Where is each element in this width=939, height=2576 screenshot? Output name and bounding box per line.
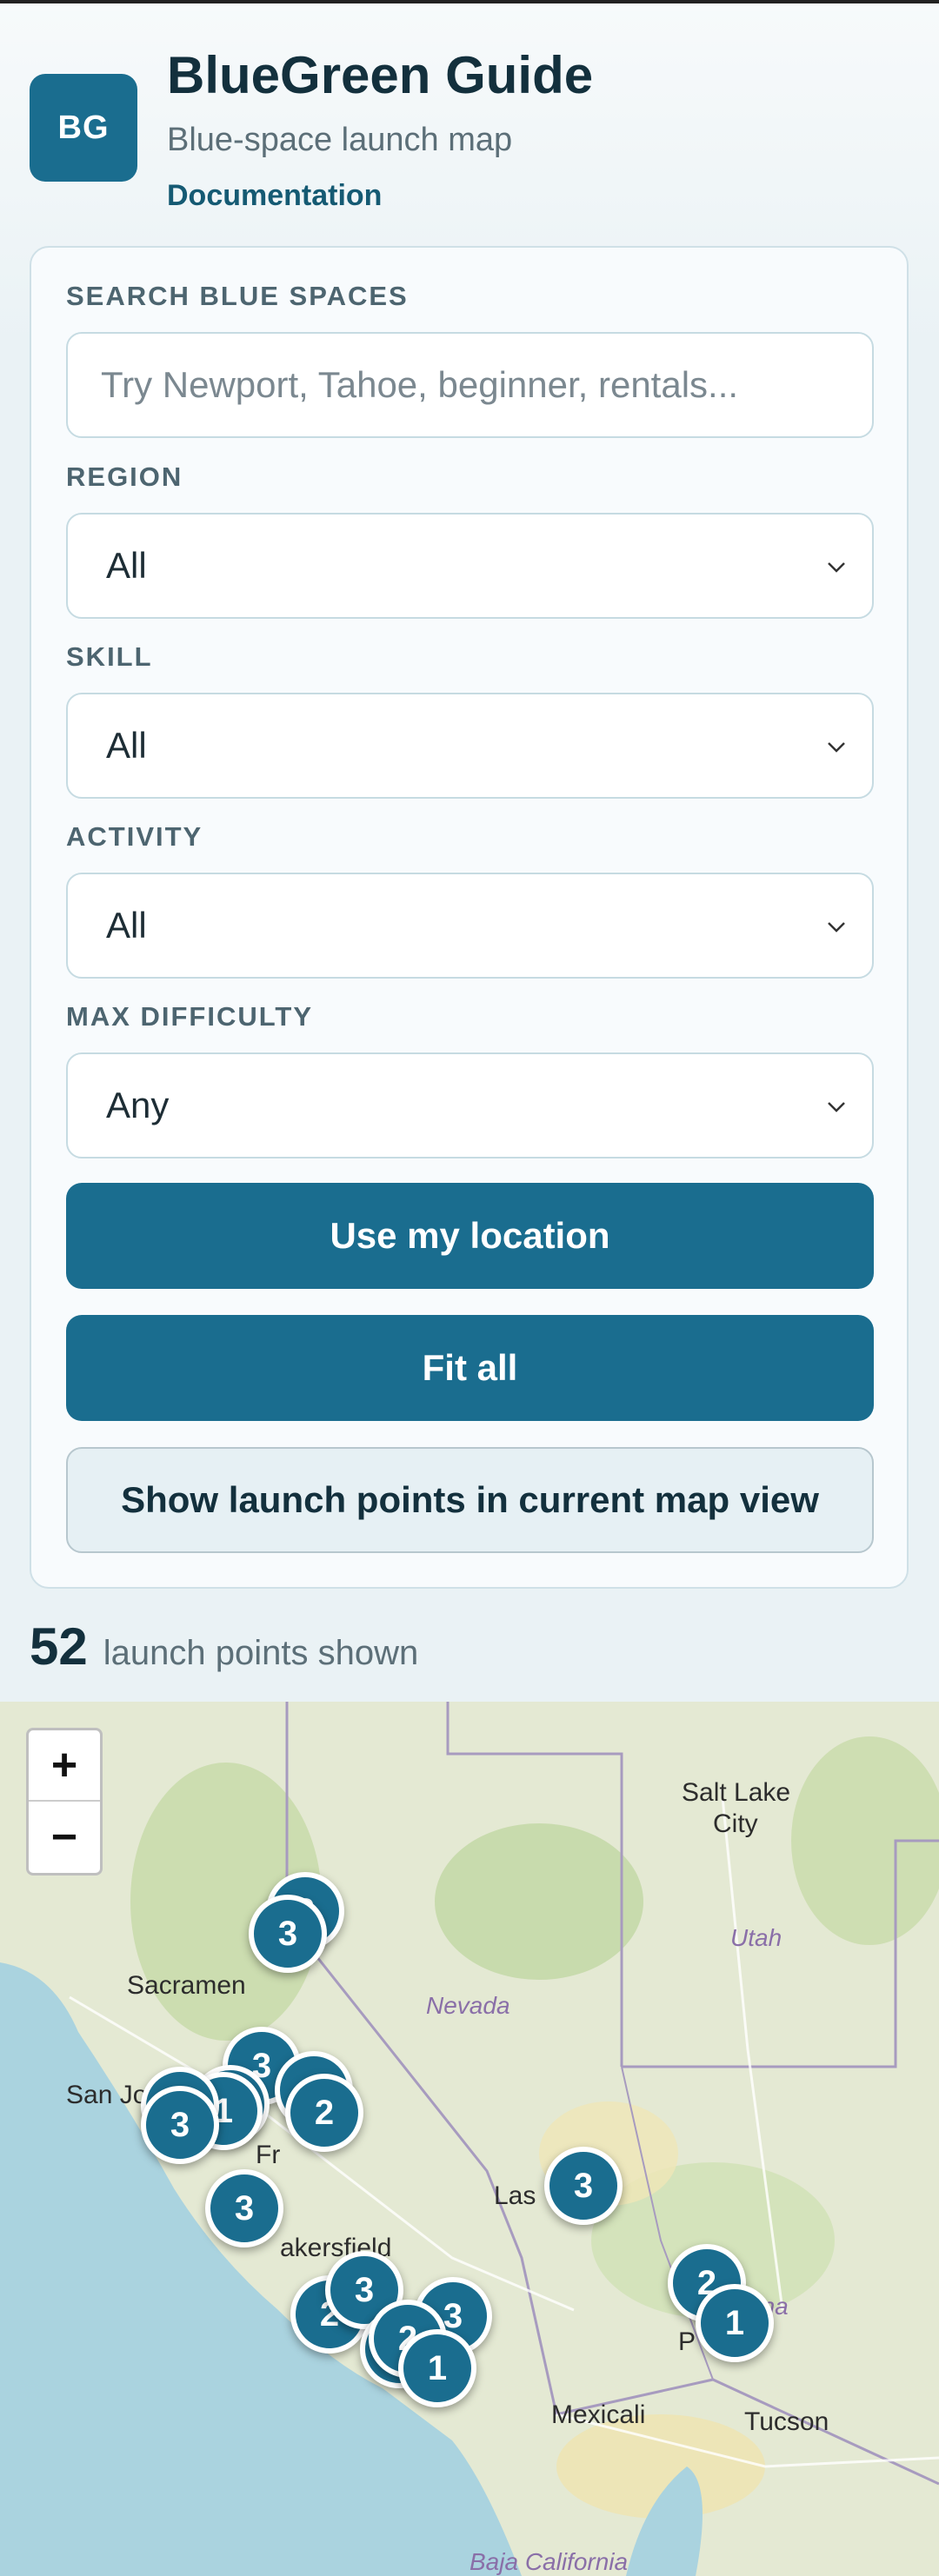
map-label-fresno: Fr [256,2141,281,2169]
map-cluster-marker[interactable]: 3 [205,2169,283,2247]
skill-label: SKILL [66,641,153,672]
results-count: 52 launch points shown [30,1617,418,1677]
difficulty-value: Any [106,1085,170,1125]
region-label: REGION [66,461,183,492]
map-label-las-vegas: Las [494,2181,536,2210]
map-label-utah: Utah [730,1924,782,1951]
map-view[interactable]: + − Salt Lake City Utah Nevada Sacramen … [0,1702,939,2576]
map-label-tucson: Tucson [744,2407,829,2436]
activity-select[interactable]: All [66,873,874,979]
chevron-down-icon [828,1102,845,1112]
map-cluster-marker[interactable]: 3 [544,2147,623,2225]
activity-label: ACTIVITY [66,821,203,852]
map-cluster-marker[interactable]: 1 [398,2329,476,2407]
map-label-sacramento: Sacramen [127,1971,246,2000]
search-input[interactable] [101,364,872,406]
fit-all-button[interactable]: Fit all [66,1315,874,1421]
map-label-phoenix: P [678,2327,696,2356]
zoom-in-button[interactable]: + [29,1730,100,1802]
map-label-baja-california: Baja California [470,2548,629,2575]
map-cluster-marker[interactable]: 2 [285,2074,363,2152]
search-label: SEARCH BLUE SPACES [66,281,409,311]
results-count-label: launch points shown [103,1634,419,1672]
difficulty-select[interactable]: Any [66,1052,874,1159]
results-count-number: 52 [30,1617,88,1676]
app-title: BlueGreen Guide [167,46,594,104]
top-border [0,0,939,3]
skill-select[interactable]: All [66,693,874,799]
use-location-button[interactable]: Use my location [66,1183,874,1289]
map-cluster-marker[interactable]: 3 [141,2086,219,2164]
map-label-nevada: Nevada [426,1992,510,2019]
map-tiles [0,1702,939,2576]
filter-panel: SEARCH BLUE SPACES REGION All SKILL All … [30,246,909,1589]
app-header: BG BlueGreen Guide Blue-space launch map… [30,40,908,231]
app-logo: BG [30,74,137,182]
activity-value: All [106,905,147,946]
chevron-down-icon [828,922,845,933]
zoom-control: + − [26,1728,103,1876]
map-label-san-jose: San Jo [66,2081,148,2109]
chevron-down-icon [828,562,845,573]
documentation-link[interactable]: Documentation [167,179,382,213]
map-label-salt-lake: Salt Lake [682,1778,791,1807]
skill-value: All [106,725,147,766]
map-label-mexicali: Mexicali [551,2400,646,2429]
region-value: All [106,545,147,586]
app-subtitle: Blue-space launch map [167,122,513,158]
chevron-down-icon [828,742,845,753]
difficulty-label: MAX DIFFICULTY [66,1001,314,1032]
map-cluster-marker[interactable]: 3 [249,1895,327,1973]
region-select[interactable]: All [66,513,874,619]
map-cluster-marker[interactable]: 1 [696,2284,774,2362]
map-label-salt-lake-city: City [713,1809,758,1838]
show-in-view-button[interactable]: Show launch points in current map view [66,1447,874,1553]
search-field[interactable] [66,332,874,438]
zoom-out-button[interactable]: − [29,1802,100,1873]
